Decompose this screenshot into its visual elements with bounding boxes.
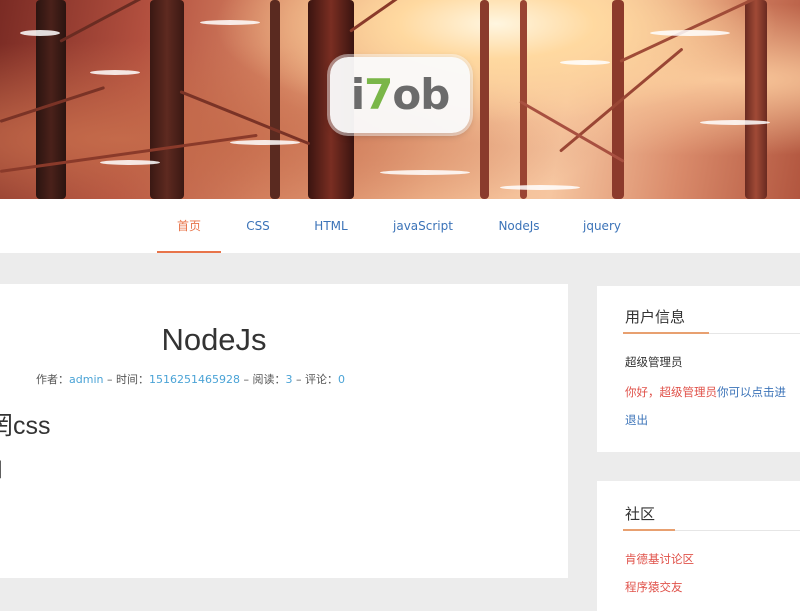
nav-item-home[interactable]: 首页 [157,199,221,253]
comments-label: 评论： [304,373,338,386]
panel-divider [623,332,800,334]
nav-item-nodejs[interactable]: NodeJs [488,199,550,253]
snow-speck [700,120,770,125]
tree-trunk [270,0,280,199]
tree-trunk [150,0,184,199]
article-title[interactable]: NodeJs [0,322,428,358]
community-panel: 社区 肯德基讨论区 程序猿交友 [597,481,800,611]
meta-separator: – [103,373,116,386]
username: 超级管理员 [625,355,683,369]
greeting-text: 你好，超级管理员你可以点击进 [625,384,786,400]
panel-divider-accent [623,529,675,531]
author-link[interactable]: admin [69,373,103,386]
article-body-text: 罔css [0,412,51,440]
comments-value: 0 [337,373,345,386]
community-title: 社区 [625,505,656,523]
community-link[interactable]: 肯德基讨论区 [625,551,694,567]
snow-speck [20,30,60,36]
snow-speck [560,60,610,65]
header-banner: i 7 ob [0,0,800,199]
main-nav: 首页 CSS HTML javaScript NodeJs jquery [0,199,800,253]
user-info-title: 用户信息 [625,308,686,326]
panel-divider [623,529,800,531]
tree-branch [349,0,450,33]
greeting-suffix: 你可以点击进 [717,385,786,399]
logo-letter: 7 [364,70,393,119]
snow-speck [200,20,260,25]
tree-trunk [480,0,489,199]
reads-label: 阅读： [252,373,286,386]
nav-item-css[interactable]: CSS [238,199,278,253]
time-label: 时间： [115,373,149,386]
article-body-line: | [0,458,4,479]
snow-speck [90,70,140,75]
meta-separator: – [239,373,253,386]
user-info-panel: 用户信息 超级管理员 你好，超级管理员你可以点击进 退出 [597,286,800,452]
panel-divider-accent [623,332,709,334]
snow-speck [500,185,580,190]
nav-item-html[interactable]: HTML [306,199,356,253]
meta-separator: – [292,373,305,386]
article-meta: 作者：admin – 时间：1516251465928 – 阅读：3 – 评论：… [36,371,345,387]
time-value: 1516251465928 [148,373,240,386]
site-logo[interactable]: i 7 ob [330,57,470,133]
greeting-highlight: 你好，超级管理员 [625,385,717,399]
nav-item-javascript[interactable]: javaScript [383,199,463,253]
logo-letter: ob [392,70,450,119]
tree-trunk [745,0,767,199]
snow-speck [230,140,300,145]
author-label: 作者： [36,373,69,386]
snow-speck [650,30,730,36]
nav-item-jquery[interactable]: jquery [577,199,627,253]
community-link[interactable]: 程序猿交友 [625,579,683,595]
snow-speck [100,160,160,165]
snow-speck [380,170,470,175]
logout-link[interactable]: 退出 [625,412,648,428]
logo-letter: i [350,70,365,119]
